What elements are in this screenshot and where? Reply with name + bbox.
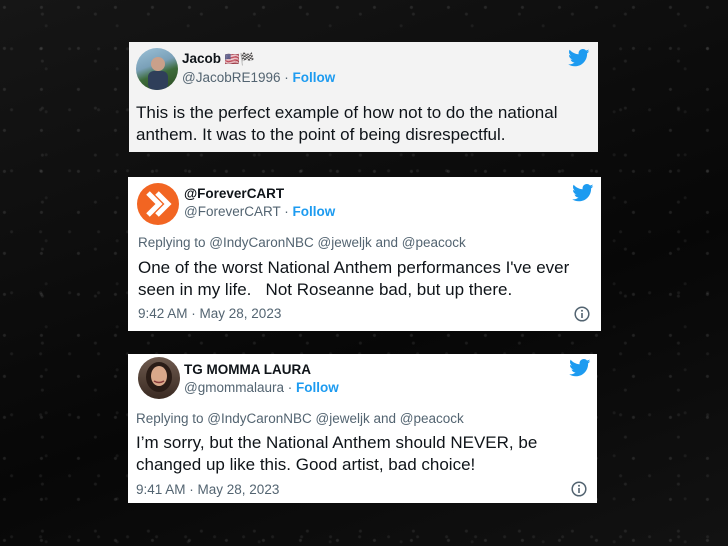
user-handle[interactable]: @gmommalaura (184, 380, 284, 395)
handle-line: @ForeverCART · Follow (184, 204, 336, 219)
avatar-photo (146, 362, 172, 392)
follow-button[interactable]: Follow (296, 380, 339, 395)
follow-button[interactable]: Follow (293, 70, 336, 85)
name-emoji: 🇺🇸🏁 (224, 52, 255, 66)
tweet-body: This is the perfect example of how not t… (136, 103, 558, 144)
tweet-body: I’m sorry, but the National Anthem shoul… (136, 433, 538, 474)
display-name[interactable]: Jacob 🇺🇸🏁 (182, 51, 255, 66)
follow-button[interactable]: Follow (293, 204, 336, 219)
display-name[interactable]: @ForeverCART (184, 186, 284, 201)
tweet-body: One of the worst National Anthem perform… (138, 258, 570, 299)
display-name[interactable]: TG MOMMA LAURA (184, 362, 311, 377)
twitter-bird-icon[interactable] (568, 49, 590, 67)
twitter-bird-icon[interactable] (572, 184, 594, 202)
avatar[interactable] (137, 183, 179, 225)
info-icon[interactable] (571, 481, 587, 497)
handle-line: @gmommalaura · Follow (184, 380, 339, 395)
replying-to[interactable]: Replying to @IndyCaronNBC @jeweljk and @… (138, 235, 466, 250)
handle-line: @JacobRE1996 · Follow (182, 70, 336, 85)
avatar-photo (148, 57, 168, 90)
user-handle[interactable]: @JacobRE1996 (182, 70, 281, 85)
user-handle[interactable]: @ForeverCART (184, 204, 280, 219)
info-icon[interactable] (574, 306, 590, 322)
tweet-timestamp[interactable]: 9:42 AM · May 28, 2023 (138, 306, 281, 321)
replying-to[interactable]: Replying to @IndyCaronNBC @jeweljk and @… (136, 411, 464, 426)
tweet-card-forevercart: @ForeverCART @ForeverCART · Follow Reply… (128, 177, 601, 331)
avatar[interactable] (138, 357, 180, 399)
tweet-card-tg-momma-laura: TG MOMMA LAURA @gmommalaura · Follow Rep… (128, 354, 597, 503)
forevercart-logo-icon (146, 191, 172, 217)
tweet-card-jacob: Jacob 🇺🇸🏁 @JacobRE1996 · Follow This is … (129, 42, 598, 152)
twitter-bird-icon[interactable] (569, 359, 591, 377)
tweet-timestamp[interactable]: 9:41 AM · May 28, 2023 (136, 482, 279, 497)
avatar[interactable] (136, 48, 178, 90)
